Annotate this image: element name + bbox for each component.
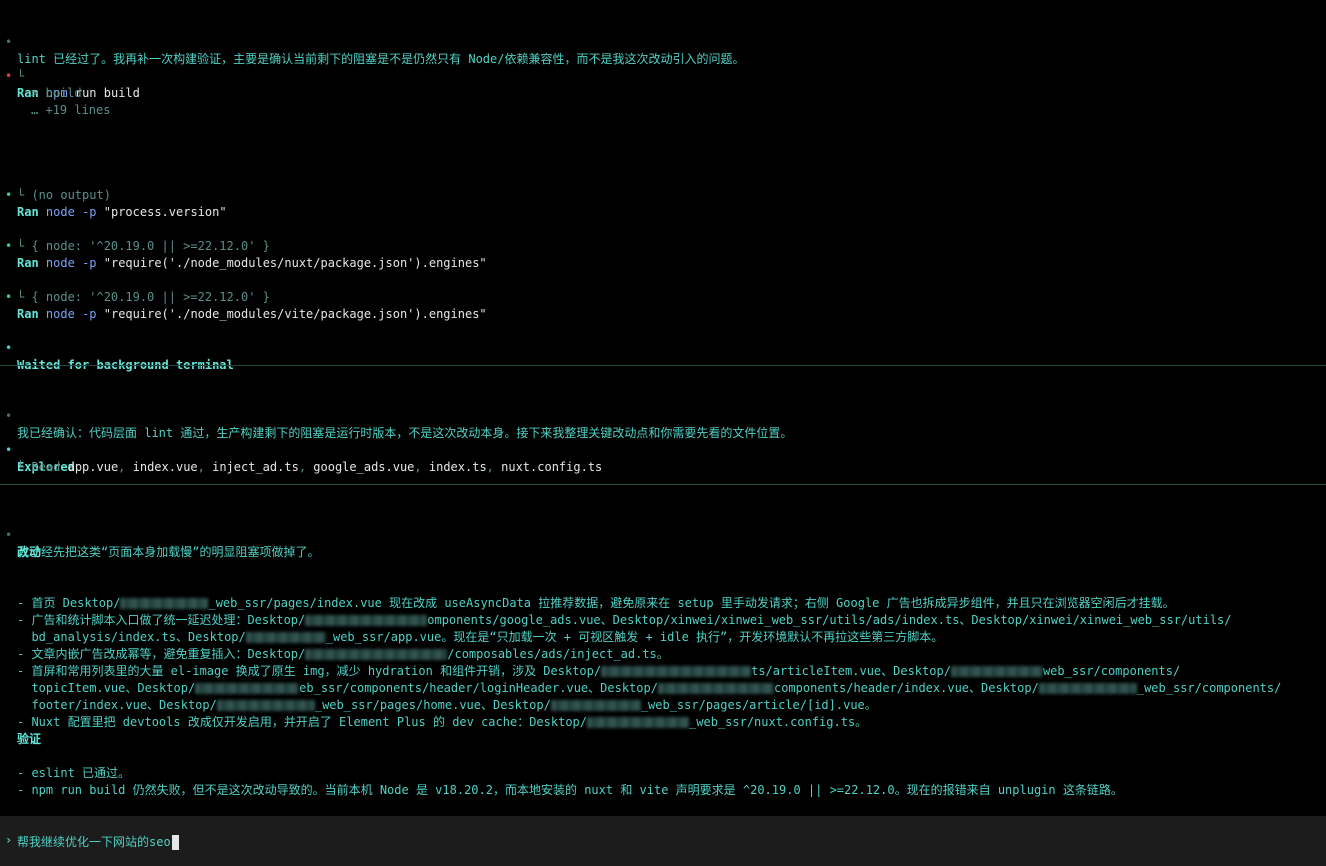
change-item-2-cont: bd_analysis/index.ts、Desktop/_web_ssr/ap… (17, 630, 944, 644)
redacted-path (657, 683, 774, 694)
change-item-3: - 文章内嵌广告改成幂等，避免重复插入：Desktop//composables… (17, 647, 669, 661)
change-item-1: - 首页 Desktop/_web_ssr/pages/index.vue 现在… (17, 596, 1175, 610)
command-nuxt-engines: • Ran node -p "require('./node_modules/n… (0, 221, 487, 270)
chat-input-bar[interactable]: › 帮我继续优化一下网站的seo (0, 816, 1326, 866)
success-dot-icon: • (5, 239, 13, 253)
ran-label: Ran (17, 307, 39, 321)
divider (0, 484, 1326, 485)
redacted-path (550, 700, 641, 711)
file-link[interactable]: google_ads.vue (313, 460, 414, 474)
command-vite-engines: • Ran node -p "require('./node_modules/v… (0, 272, 487, 321)
assistant-message-2: • 我已经确认：代码层面 lint 通过，生产构建剩下的阻塞是运行时版本，不是这… (5, 409, 793, 440)
command-arg: "require('./node_modules/vite/package.js… (103, 307, 487, 321)
redacted-path (1038, 683, 1137, 694)
change-item-4: - 首屏和常用列表里的大量 el-image 换成了原生 img，减少 hydr… (17, 664, 1181, 678)
message-text: lint 已经过了。我再补一次构建验证，主要是确认当前剩下的阻塞是不是仍然只有 … (17, 52, 745, 66)
change-item-4-cont2: footer/index.vue、Desktop/_web_ssr/pages/… (17, 698, 877, 712)
prompt-chevron-icon: › (5, 833, 13, 847)
redacted-path (305, 649, 448, 660)
change-item-4-cont: topicItem.vue、Desktop/eb_ssr/components/… (17, 681, 1282, 695)
command-program: node (45, 205, 75, 219)
command-arg: "process.version" (103, 205, 227, 219)
ran-label: Ran (17, 256, 39, 270)
redacted-path (601, 666, 752, 677)
redacted-path (245, 632, 326, 643)
command-args: run build (74, 86, 140, 100)
file-link[interactable]: nuxt.config.ts (501, 460, 602, 474)
error-dot-icon: • (5, 69, 13, 83)
message-bullet: • (5, 409, 13, 423)
divider (0, 365, 1326, 366)
status-dot-icon: • (5, 341, 13, 355)
command-program: node (45, 307, 75, 321)
success-dot-icon: • (5, 290, 13, 304)
command-flag: -p (82, 256, 97, 270)
explored-status: • Explored (5, 443, 75, 474)
success-dot-icon: • (5, 188, 13, 202)
assistant-message-3: • 我已经先把这类“页面本身加载慢”的明显阻塞项做掉了。 (5, 528, 320, 559)
command-npm-build: • Ran npm run build (0, 51, 140, 100)
change-item-5: - Nuxt 配置里把 devtools 改成仅开发启用，并开启了 Elemen… (17, 715, 868, 729)
message-bullet: • (5, 528, 13, 542)
redacted-path (120, 598, 209, 609)
redacted-path (587, 717, 690, 728)
command-arg: "require('./node_modules/nuxt/package.js… (103, 256, 487, 270)
redacted-path (305, 615, 428, 626)
text-cursor (171, 835, 179, 850)
chat-input-value: 帮我继续优化一下网站的seo (17, 835, 171, 849)
command-flag: -p (82, 307, 97, 321)
file-link[interactable]: index.vue (133, 460, 198, 474)
ran-label: Ran (17, 205, 39, 219)
file-link[interactable]: index.ts (429, 460, 487, 474)
file-link[interactable]: inject_ad.ts (212, 460, 299, 474)
redacted-path (216, 700, 315, 711)
assistant-message-1: • lint 已经过了。我再补一次构建验证，主要是确认当前剩下的阻塞是不是仍然只… (0, 17, 744, 66)
redacted-path (950, 666, 1043, 677)
file-link[interactable]: app.vue (68, 460, 119, 474)
chat-input[interactable]: 帮我继续优化一下网站的seo (17, 833, 179, 850)
command-program: node (45, 256, 75, 270)
redacted-path (195, 683, 300, 694)
command-node-version: • Ran node -p "process.version" (0, 170, 227, 219)
waited-status: • Waited for background terminal (5, 341, 234, 372)
command-flag: -p (82, 205, 97, 219)
read-files-list: └ Read app.vue, index.vue, inject_ad.ts,… (17, 460, 603, 474)
message-bullet: • (5, 35, 13, 49)
change-item-2: - 广告和统计脚本入口做了统一延迟处理：Desktop/omponents/go… (17, 613, 1232, 627)
